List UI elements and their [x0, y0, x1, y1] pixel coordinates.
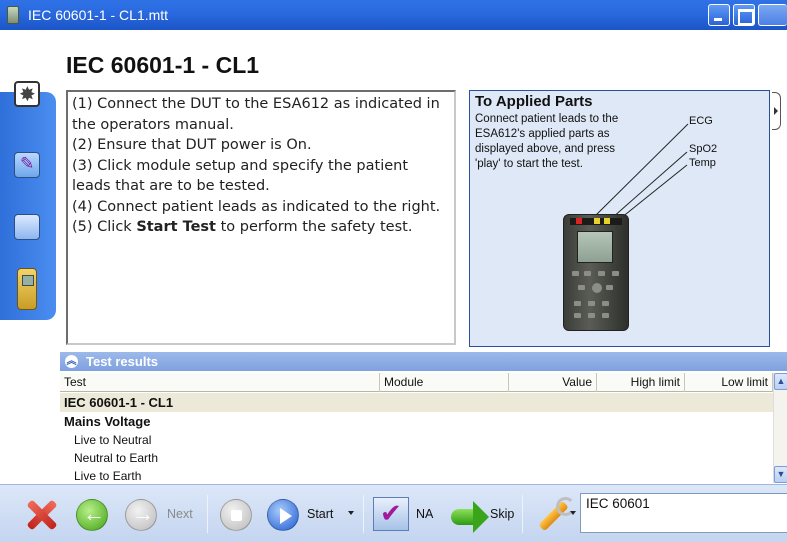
- column-header-test[interactable]: Test: [60, 373, 380, 392]
- column-header-low-limit[interactable]: Low limit: [685, 373, 773, 392]
- play-icon[interactable]: [267, 499, 299, 531]
- start-dropdown-caret-icon[interactable]: [348, 511, 354, 515]
- folder-icon[interactable]: [14, 214, 40, 240]
- ecg-jack: [576, 218, 582, 224]
- spo2-jack: [594, 218, 600, 224]
- device-key: [584, 271, 591, 276]
- wrench-icon[interactable]: [537, 497, 575, 531]
- device-key: [572, 271, 579, 276]
- device-key: [612, 271, 619, 276]
- settings-dropdown-caret-icon[interactable]: [570, 511, 576, 515]
- next-arrow-icon[interactable]: [125, 499, 157, 531]
- edit-icon[interactable]: [14, 152, 40, 178]
- instruction-step-5: (5) Click Start Test to perform the safe…: [72, 217, 450, 238]
- lead-label-temp: Temp: [689, 157, 716, 169]
- close-button[interactable]: [758, 4, 787, 26]
- na-checkmark-icon[interactable]: [373, 497, 409, 531]
- device-key: [574, 301, 581, 306]
- device-key: [588, 313, 595, 318]
- window-titlebar: IEC 60601-1 - CL1.mtt: [0, 0, 787, 30]
- instruction-step-5-suffix: to perform the safety test.: [215, 219, 413, 235]
- device-dial: [592, 283, 602, 293]
- instruction-step-4: (4) Connect patient leads as indicated t…: [72, 198, 441, 215]
- lead-label-spo2: SpO2: [689, 143, 718, 155]
- results-grid-header: Test Module Value High limit Low limit: [60, 373, 787, 392]
- profile-field[interactable]: IEC 60601: [580, 493, 787, 533]
- device-key: [578, 285, 585, 290]
- page-title: IEC 60601-1 - CL1: [66, 52, 260, 78]
- toolbar-separator: [363, 495, 364, 533]
- toolbar-separator: [207, 495, 208, 533]
- device-screen: [577, 231, 613, 263]
- table-row-subgroup[interactable]: Mains Voltage: [60, 412, 773, 431]
- start-label[interactable]: Start: [307, 507, 333, 521]
- instruction-step-5-bold: Start Test: [136, 219, 216, 235]
- applied-parts-panel: To Applied Parts Connect patient leads t…: [469, 90, 770, 347]
- temp-jack: [604, 218, 610, 224]
- toolbar-separator: [522, 495, 523, 533]
- results-title: Test results: [86, 354, 159, 369]
- skip-arrow-icon[interactable]: [447, 495, 489, 533]
- next-label[interactable]: Next: [167, 507, 193, 521]
- panel-expand-tab[interactable]: [772, 92, 781, 130]
- table-row[interactable]: Live to Neutral: [60, 431, 773, 449]
- stop-icon[interactable]: [220, 499, 252, 531]
- column-header-module[interactable]: Module: [380, 373, 509, 392]
- instruction-step-3: (3) Click module setup and specify the p…: [72, 157, 409, 195]
- device-key: [588, 301, 595, 306]
- na-label[interactable]: NA: [416, 507, 433, 521]
- device-icon[interactable]: [17, 268, 37, 310]
- window-title: IEC 60601-1 - CL1.mtt: [28, 7, 169, 23]
- instructions-box: (1) Connect the DUT to the ESA612 as ind…: [66, 90, 456, 345]
- results-grid-rows: IEC 60601-1 - CL1 Mains Voltage Live to …: [60, 393, 773, 483]
- scroll-up-button[interactable]: ▲: [774, 373, 787, 390]
- device-key: [602, 301, 609, 306]
- table-row-group[interactable]: IEC 60601-1 - CL1: [60, 393, 773, 412]
- table-row[interactable]: Neutral to Earth: [60, 449, 773, 467]
- collapse-chevron-icon[interactable]: ︽: [65, 355, 78, 368]
- column-header-value[interactable]: Value: [509, 373, 597, 392]
- instruction-step-5-prefix: (5) Click: [72, 219, 137, 235]
- results-scrollbar[interactable]: ▲ ▼: [773, 373, 787, 483]
- device-key: [606, 285, 613, 290]
- scroll-down-button[interactable]: ▼: [774, 466, 787, 483]
- instruction-step-2: (2) Ensure that DUT power is On.: [72, 137, 312, 153]
- abort-x-icon[interactable]: [25, 499, 57, 531]
- column-header-high-limit[interactable]: High limit: [597, 373, 685, 392]
- device-key: [598, 271, 605, 276]
- back-arrow-icon[interactable]: [76, 499, 108, 531]
- skip-label[interactable]: Skip: [490, 507, 514, 521]
- module-setup-icon[interactable]: [14, 81, 40, 107]
- app-icon: [7, 6, 19, 24]
- device-key: [574, 313, 581, 318]
- instruction-step-1: (1) Connect the DUT to the ESA612 as ind…: [72, 96, 440, 133]
- device-key: [602, 313, 609, 318]
- results-panel-header[interactable]: ︽ Test results: [60, 352, 787, 371]
- maximize-button[interactable]: [733, 4, 755, 26]
- esa612-device-image: [563, 214, 629, 331]
- lead-label-ecg: ECG: [689, 115, 713, 127]
- table-row[interactable]: Live to Earth: [60, 467, 773, 483]
- sidebar: [0, 30, 56, 484]
- minimize-button[interactable]: [708, 4, 730, 26]
